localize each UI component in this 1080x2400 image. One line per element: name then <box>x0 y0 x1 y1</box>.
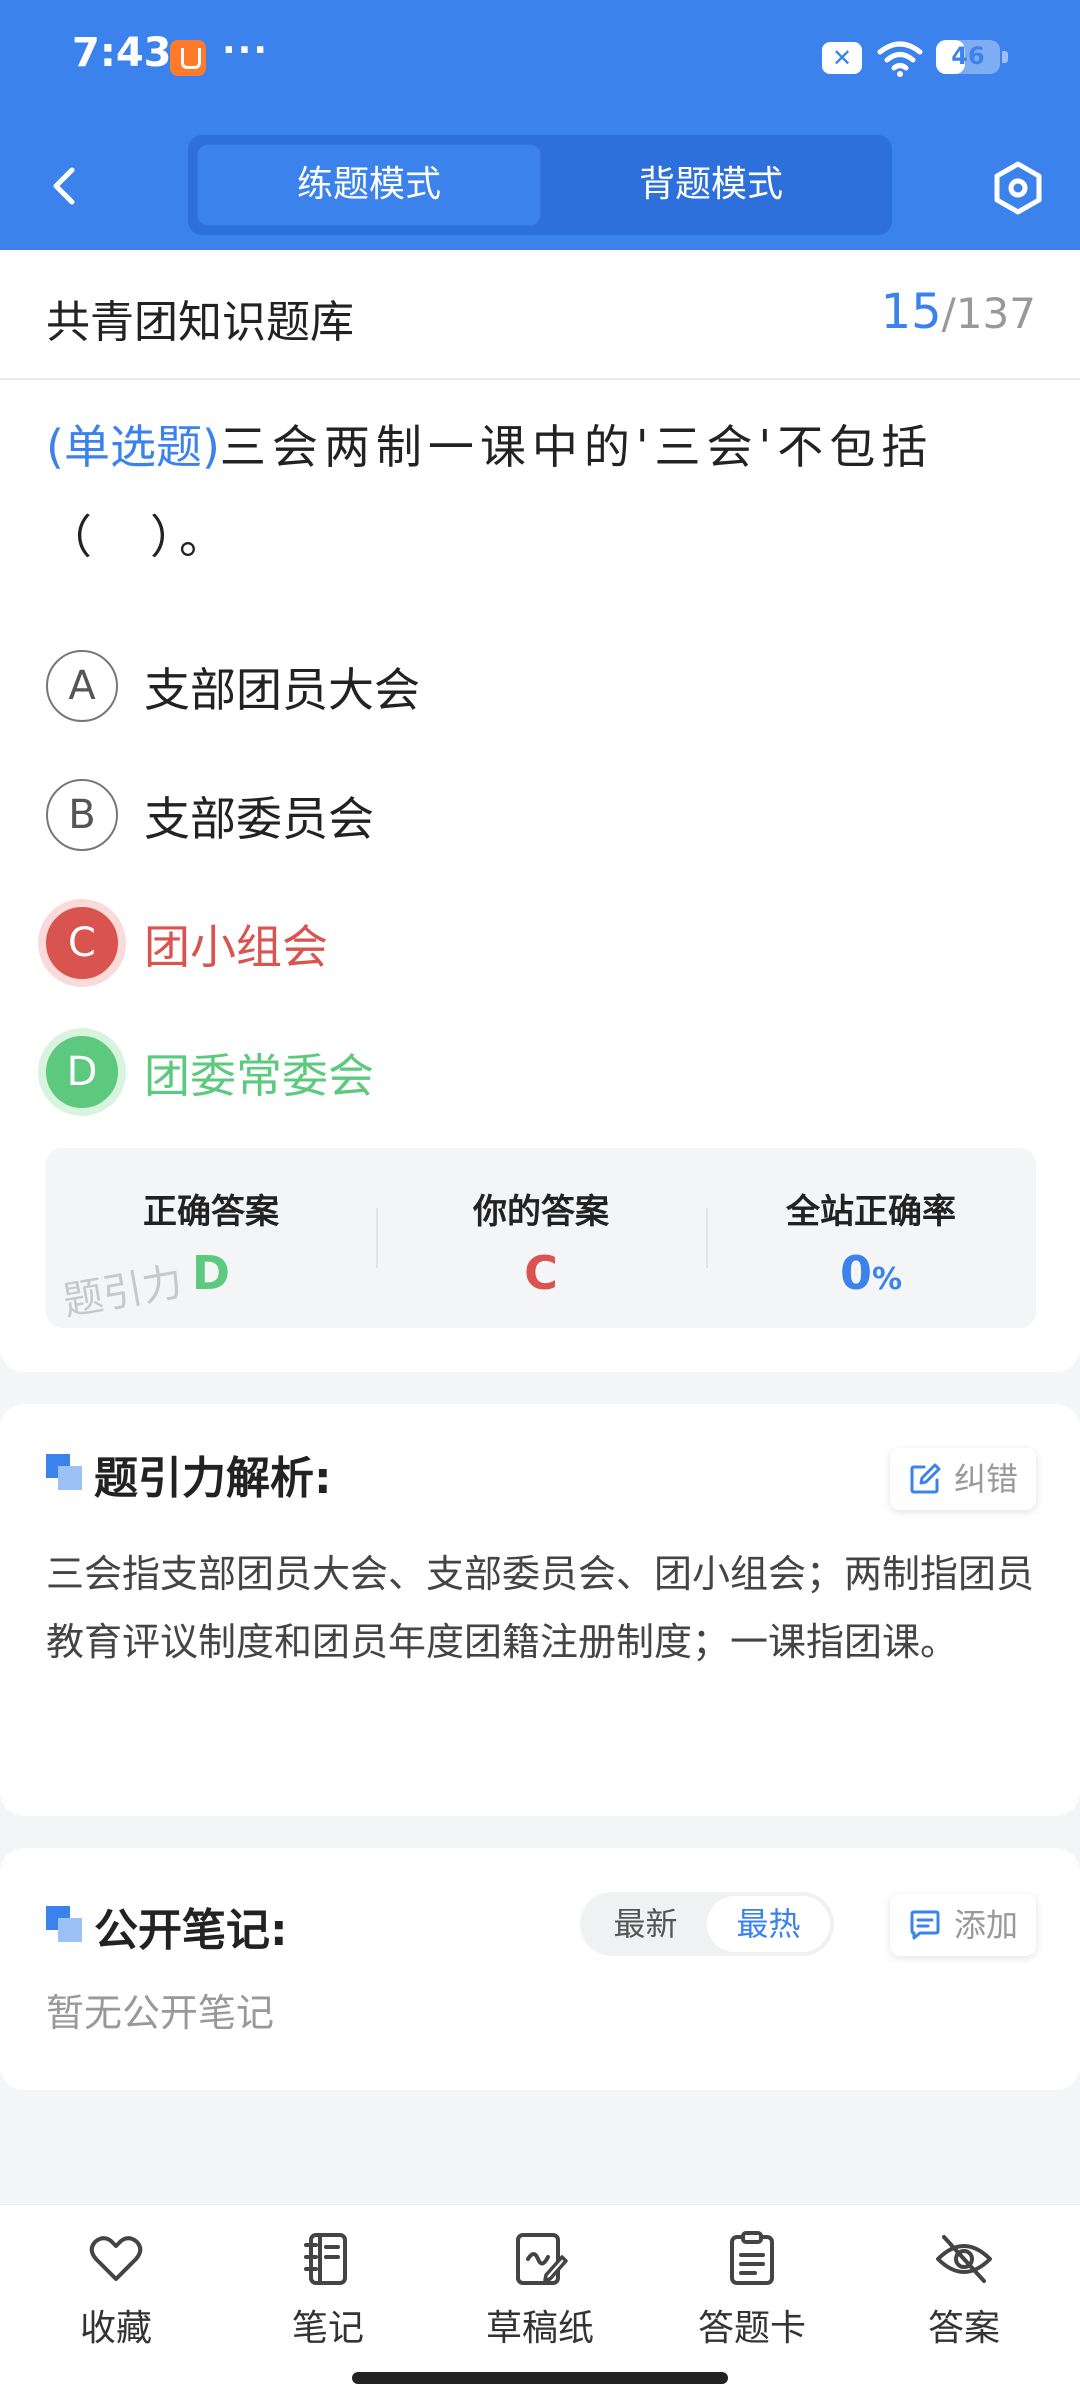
question-text: (单选题)三会两制一课中的'三会'不包括（ ）。 <box>46 402 1036 582</box>
draft-paper-label: 草稿纸 <box>485 2308 594 2349</box>
counter-separator: / <box>941 289 956 338</box>
analysis-card: 题引力解析: 纠错 三会指支部团员大会、支部委员会、团小组会；两制指团员教育评议… <box>0 1404 1080 1816</box>
your-answer-stat: 你的答案 C <box>376 1148 706 1328</box>
no-sim-icon: ✕ <box>822 42 862 74</box>
section-squares-icon <box>46 1454 82 1490</box>
shopping-app-icon <box>170 40 206 76</box>
accuracy-rate-number: 0 <box>839 1246 872 1300</box>
notebook-icon <box>304 2233 347 2285</box>
analysis-title: 题引力解析: <box>94 1453 332 1504</box>
your-answer-label: 你的答案 <box>473 1192 609 1232</box>
bank-header: 共青团知识题库 15/137 <box>0 250 1080 380</box>
back-arrow-icon[interactable] <box>40 156 90 216</box>
favorite-label: 收藏 <box>79 2308 152 2349</box>
question-card: 共青团知识题库 15/137 (单选题)三会两制一课中的'三会'不包括（ ）。 … <box>0 250 1080 1372</box>
edit-icon <box>910 1463 941 1494</box>
clipboard-icon <box>730 2231 774 2285</box>
report-error-label: 纠错 <box>953 1460 1018 1498</box>
tab-practice-mode[interactable]: 练题模式 <box>198 145 540 225</box>
option-c[interactable]: C 团小组会 <box>46 899 1036 989</box>
option-text: 团小组会 <box>144 920 328 974</box>
nav-bar: 练题模式 背题模式 <box>0 130 1080 250</box>
notes-button[interactable]: 笔记 <box>222 2205 434 2400</box>
notes-sort-toggle: 最新 最热 <box>580 1892 834 1956</box>
correct-answer-stat: 正确答案 D 题引力 <box>46 1148 376 1328</box>
eye-off-icon <box>936 2235 992 2283</box>
notes-label: 笔记 <box>291 2308 364 2349</box>
favorite-button[interactable]: 收藏 <box>10 2205 222 2400</box>
option-text: 支部团员大会 <box>144 663 420 717</box>
accuracy-rate-stat: 全站正确率 0% <box>706 1148 1036 1328</box>
your-answer-value: C <box>524 1246 558 1300</box>
option-letter: D <box>46 1036 118 1108</box>
current-question-number: 15 <box>880 284 942 340</box>
accuracy-rate-unit: % <box>871 1262 903 1297</box>
accuracy-rate-label: 全站正确率 <box>786 1192 956 1232</box>
option-letter: C <box>46 907 118 979</box>
more-notifications-icon: ··· <box>222 30 270 71</box>
comment-icon <box>910 1910 940 1940</box>
bottom-toolbar: 收藏 笔记 草稿纸 答题卡 答案 <box>0 2204 1080 2400</box>
bank-title: 共青团知识题库 <box>46 297 354 348</box>
option-text: 团委常委会 <box>144 1049 374 1103</box>
home-indicator[interactable] <box>352 2372 728 2384</box>
mode-toggle: 练题模式 背题模式 <box>188 135 892 235</box>
add-note-label: 添加 <box>953 1906 1018 1944</box>
settings-icon[interactable] <box>990 160 1046 216</box>
draft-paper-button[interactable]: 草稿纸 <box>434 2205 646 2400</box>
public-notes-card: 公开笔记: 最新 最热 添加 暂无公开笔记 <box>0 1848 1080 2090</box>
option-b[interactable]: B 支部委员会 <box>46 771 1036 861</box>
sort-latest[interactable]: 最新 <box>584 1896 707 1952</box>
correct-answer-label: 正确答案 <box>143 1192 279 1232</box>
report-error-button[interactable]: 纠错 <box>889 1448 1036 1510</box>
heart-icon <box>89 2236 143 2281</box>
option-d[interactable]: D 团委常委会 <box>46 1028 1036 1118</box>
draft-icon <box>516 2233 568 2285</box>
battery-tip <box>1002 51 1008 63</box>
analysis-text: 三会指支部团员大会、支部委员会、团小组会；两制指团员教育评议制度和团员年度团籍注… <box>46 1552 1035 1664</box>
status-bar: 7:43 ··· ✕ 46 <box>0 0 1080 120</box>
notes-title: 公开笔记: <box>94 1905 288 1956</box>
section-squares-icon <box>46 1906 82 1942</box>
battery-icon: 46 <box>936 40 1008 74</box>
battery-level: 46 <box>951 42 985 70</box>
question-counter[interactable]: 15/137 <box>881 284 1036 340</box>
total-questions: 137 <box>955 289 1036 338</box>
sort-hottest[interactable]: 最热 <box>707 1896 830 1952</box>
show-answer-button[interactable]: 答案 <box>858 2205 1070 2400</box>
option-a[interactable]: A 支部团员大会 <box>46 642 1036 732</box>
status-time: 7:43 <box>72 30 172 76</box>
answer-stats: 正确答案 D 题引力 你的答案 C 全站正确率 0% <box>46 1148 1036 1328</box>
empty-notes-text: 暂无公开笔记 <box>46 1991 275 2035</box>
top-bar: 7:43 ··· ✕ 46 练题模式 背题模式 <box>0 0 1080 250</box>
accuracy-rate-value: 0% <box>706 1246 1036 1300</box>
tab-memorize-mode[interactable]: 背题模式 <box>540 145 882 225</box>
wifi-icon <box>877 41 923 77</box>
option-letter: A <box>46 650 118 722</box>
option-text: 支部委员会 <box>144 792 374 846</box>
question-type: (单选题) <box>46 420 220 474</box>
option-letter: B <box>46 779 118 851</box>
show-answer-label: 答案 <box>927 2308 1000 2349</box>
answer-sheet-label: 答题卡 <box>697 2308 806 2349</box>
add-note-button[interactable]: 添加 <box>889 1894 1036 1956</box>
answer-sheet-button[interactable]: 答题卡 <box>646 2205 858 2400</box>
